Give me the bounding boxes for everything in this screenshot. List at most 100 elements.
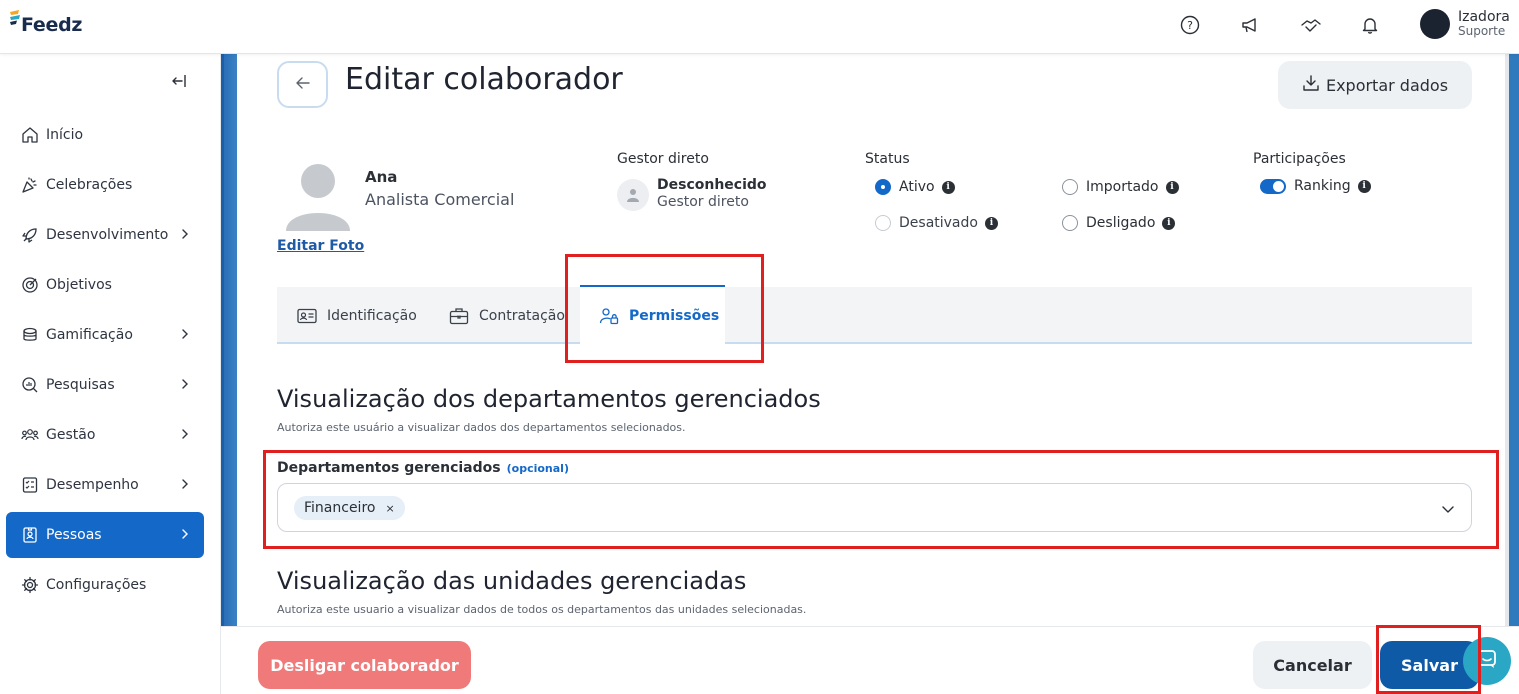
- arrow-left-icon: [294, 74, 312, 96]
- chevron-right-icon: [178, 327, 192, 341]
- manager-label: Gestor direto: [617, 151, 709, 167]
- collapse-sidebar-icon[interactable]: [170, 72, 190, 92]
- employee-role: Analista Comercial: [365, 190, 515, 209]
- page-title: Editar colaborador: [345, 62, 623, 97]
- chevron-right-icon: [178, 427, 192, 441]
- status-radio-desativado[interactable]: Desativado i: [875, 215, 998, 231]
- chat-icon: [1476, 648, 1498, 674]
- feedz-logo[interactable]: Feedz: [8, 8, 82, 36]
- info-icon[interactable]: i: [1165, 180, 1179, 194]
- right-accent-bar: [1509, 54, 1519, 626]
- departamentos-select[interactable]: Financeiro ×: [277, 483, 1472, 532]
- coins-icon: [20, 325, 40, 345]
- radio-unselected: [1062, 179, 1078, 195]
- svg-text:?: ?: [1187, 19, 1193, 32]
- tab-label: Contratação: [479, 307, 565, 324]
- info-icon[interactable]: i: [1162, 216, 1176, 230]
- employee-name: Ana: [365, 168, 398, 186]
- sidebar-item-pessoas[interactable]: Pessoas: [6, 512, 204, 558]
- manager-subtitle: Gestor direto: [657, 194, 749, 210]
- info-icon[interactable]: i: [984, 216, 998, 230]
- sidebar-item-desenvolvimento[interactable]: Desenvolvimento: [6, 212, 204, 258]
- sidebar-item-gamificacao[interactable]: Gamificação: [6, 312, 204, 358]
- radio-unselected: [875, 215, 891, 231]
- radio-label: Importado: [1086, 179, 1159, 195]
- tab-permissoes[interactable]: Permissões: [580, 285, 725, 344]
- help-icon[interactable]: ?: [1179, 14, 1201, 36]
- sidebar-item-pesquisas[interactable]: Pesquisas: [6, 362, 204, 408]
- tab-contratacao[interactable]: Contratação: [449, 287, 565, 344]
- sidebar-item-label: Desenvolvimento: [46, 227, 169, 243]
- sidebar-item-label: Desempenho: [46, 477, 139, 493]
- chevron-down-icon[interactable]: [1441, 501, 1455, 520]
- status-radio-importado[interactable]: Importado i: [1062, 179, 1179, 195]
- sidebar-item-celebracoes[interactable]: Celebrações: [6, 162, 204, 208]
- team-icon: [20, 425, 40, 445]
- radio-label: Desativado: [899, 215, 978, 231]
- status-radio-ativo[interactable]: Ativo i: [875, 179, 955, 195]
- selected-chip: Financeiro ×: [294, 496, 405, 520]
- tab-bar: Identificação Contratação Permissões: [277, 285, 1472, 344]
- info-icon[interactable]: i: [941, 180, 955, 194]
- section-subtitle-departamentos: Autoriza este usuário a visualizar dados…: [277, 421, 686, 434]
- info-icon[interactable]: i: [1357, 179, 1371, 193]
- radio-label: Desligado: [1086, 215, 1156, 231]
- chevron-right-icon: [178, 227, 192, 241]
- sidebar-item-label: Pesquisas: [46, 377, 115, 393]
- handshake-icon[interactable]: [1300, 14, 1322, 36]
- manager-avatar-icon: [617, 179, 649, 211]
- rocket-icon: [20, 225, 40, 245]
- disconnect-employee-button[interactable]: Desligar colaborador: [258, 641, 471, 689]
- sidebar-item-desempenho[interactable]: Desempenho: [6, 462, 204, 508]
- briefcase-icon: [449, 307, 469, 325]
- bell-icon[interactable]: [1359, 14, 1381, 36]
- participations-label: Participações: [1253, 151, 1346, 167]
- sidebar-item-label: Configurações: [46, 577, 147, 593]
- user-name: Izadora: [1458, 8, 1510, 25]
- party-icon: [20, 175, 40, 195]
- chevron-right-icon: [178, 477, 192, 491]
- manager-name: Desconhecido: [657, 177, 767, 193]
- logo-text: Feedz: [21, 14, 83, 36]
- back-button[interactable]: [277, 61, 328, 108]
- search-chart-icon: [20, 375, 40, 395]
- download-icon: [1302, 74, 1320, 96]
- sidebar-item-label: Pessoas: [46, 527, 102, 543]
- home-icon: [20, 125, 40, 145]
- edit-photo-link[interactable]: Editar Foto: [277, 238, 364, 254]
- chat-widget[interactable]: [1463, 637, 1511, 685]
- gear-icon: [20, 575, 40, 595]
- ranking-toggle[interactable]: [1260, 178, 1286, 194]
- page-accent-bar: [221, 54, 237, 626]
- radio-selected: [875, 179, 891, 195]
- target-icon: [20, 275, 40, 295]
- sidebar-item-objetivos[interactable]: Objetivos: [6, 262, 204, 308]
- export-data-button[interactable]: Exportar dados: [1278, 61, 1472, 109]
- sidebar-item-inicio[interactable]: Início: [6, 112, 204, 158]
- chip-remove-icon[interactable]: ×: [385, 502, 394, 515]
- tab-label: Identificação: [327, 307, 417, 324]
- radio-unselected: [1062, 215, 1078, 231]
- tab-label: Permissões: [629, 307, 720, 324]
- sidebar-item-label: Início: [46, 127, 84, 143]
- cancel-button[interactable]: Cancelar: [1253, 641, 1372, 689]
- feedz-logo-mark: [8, 8, 20, 36]
- sidebar-item-label: Objetivos: [46, 277, 112, 293]
- ranking-toggle-row: Ranking i: [1260, 178, 1371, 194]
- megaphone-icon[interactable]: [1239, 14, 1261, 36]
- user-menu[interactable]: Izadora Suporte: [1420, 9, 1510, 39]
- top-bar: Feedz ? Izadora Suporte: [0, 0, 1519, 54]
- checklist-icon: [20, 475, 40, 495]
- sidebar-item-configuracoes[interactable]: Configurações: [6, 562, 204, 608]
- sidebar-item-label: Gestão: [46, 427, 96, 443]
- sidebar-item-label: Celebrações: [46, 177, 133, 193]
- status-radio-desligado[interactable]: Desligado i: [1062, 215, 1176, 231]
- tab-identificacao[interactable]: Identificação: [297, 287, 417, 344]
- chevron-right-icon: [178, 527, 192, 541]
- export-data-label: Exportar dados: [1325, 75, 1449, 95]
- departamentos-field-label: Departamentos gerenciados (opcional): [277, 460, 569, 476]
- section-title-unidades: Visualização das unidades gerenciadas: [277, 567, 747, 595]
- sidebar-item-gestao[interactable]: Gestão: [6, 412, 204, 458]
- radio-label: Ativo: [899, 179, 935, 195]
- id-card-icon: [297, 308, 317, 324]
